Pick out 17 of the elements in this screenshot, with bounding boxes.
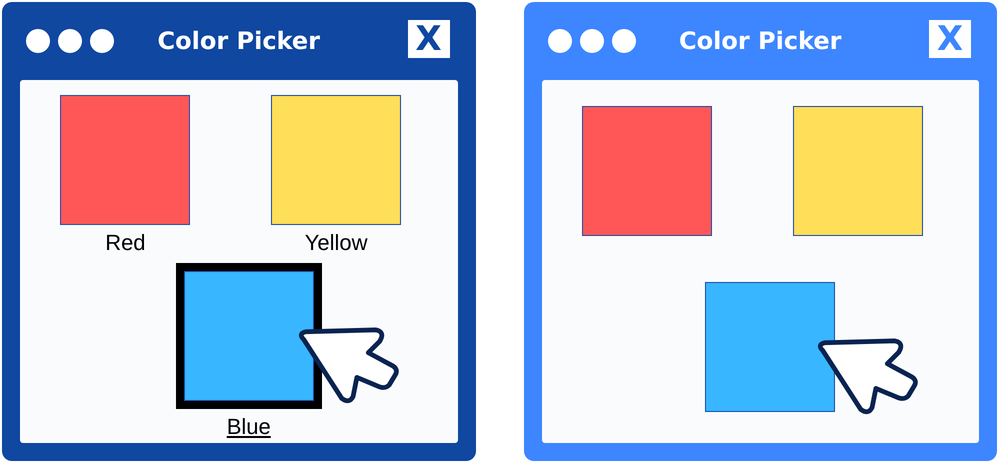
color-swatch[interactable] [705,282,836,412]
window-dot-icon[interactable] [612,29,636,53]
color-swatch[interactable] [792,106,923,236]
color-swatch[interactable] [582,106,712,236]
window-title: Color Picker [679,27,842,55]
window-dot-icon[interactable] [90,29,114,53]
close-button[interactable]: X [408,20,450,58]
color-label: Red [105,231,146,255]
color-label: Blue [226,415,271,439]
window-dot-icon[interactable] [580,29,604,53]
color-swatch[interactable] [271,95,402,225]
window-dot-icon[interactable] [548,29,572,53]
color-label: Yellow [304,231,368,255]
color-swatch[interactable] [60,95,190,225]
window-dot-icon[interactable] [58,29,82,53]
window-title: Color Picker [158,27,320,55]
window-dot-icon[interactable] [26,29,50,53]
